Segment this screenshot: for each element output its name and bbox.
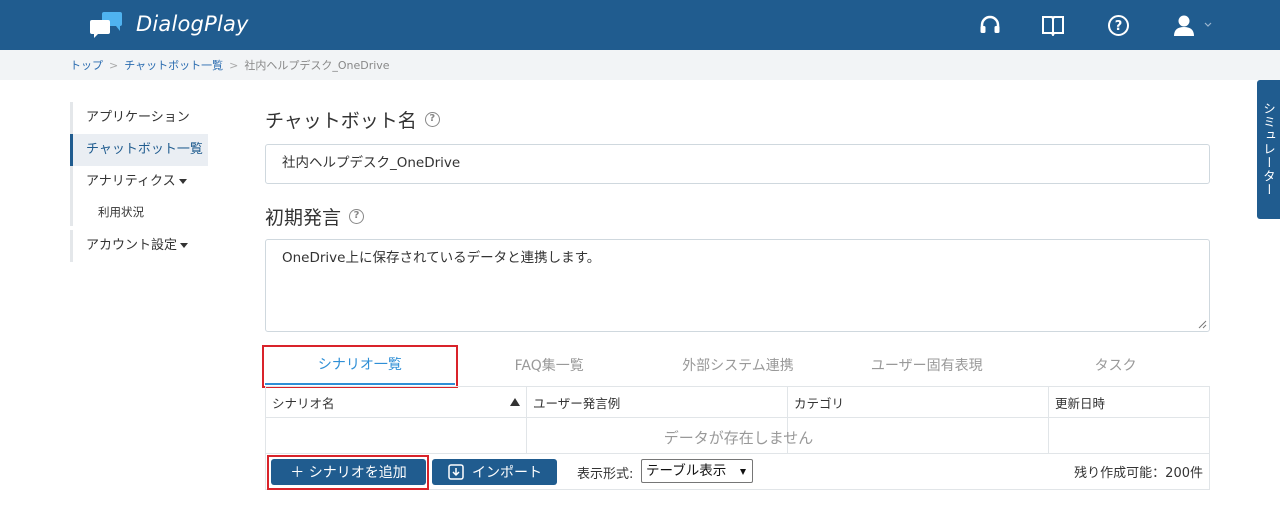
highlight-box — [267, 455, 429, 490]
sidebar-item-label: 利用状況 — [98, 205, 144, 219]
sidebar-item-label: チャットボット一覧 — [86, 142, 203, 157]
column-header-user-utterance[interactable]: ユーザー発言例 — [527, 387, 788, 417]
help-icon[interactable]: ? — [1105, 12, 1131, 38]
help-icon[interactable]: ? — [424, 112, 440, 127]
svg-text:?: ? — [1114, 19, 1122, 34]
column-header-label: シナリオ名 — [272, 395, 335, 411]
tab-tasks[interactable]: タスク — [1021, 345, 1210, 385]
scenario-table: シナリオ名 ユーザー発言例 カテゴリ 更新日時 データが存在しません — [265, 386, 1210, 454]
chatbot-name-heading: チャットボット名 ? — [265, 106, 440, 133]
breadcrumb-chatbot-list[interactable]: チャットボット一覧 — [124, 57, 223, 73]
chatbot-name-input[interactable]: 社内ヘルプデスク_OneDrive — [265, 144, 1210, 184]
remaining-count: 残り作成可能：200件 — [1074, 466, 1203, 481]
display-format-select[interactable]: テーブル表示 — [641, 459, 753, 483]
dropdown-arrow-icon — [740, 469, 746, 475]
help-icon[interactable]: ? — [349, 209, 365, 224]
sidebar-item-label: アプリケーション — [86, 110, 190, 125]
highlight-box — [262, 345, 458, 388]
import-button-label: インポート — [472, 465, 542, 481]
sidebar-item-applications[interactable]: アプリケーション — [70, 102, 210, 134]
column-header-scenario-name[interactable]: シナリオ名 — [266, 387, 527, 417]
simulator-tab[interactable]: シミュレーター — [1257, 80, 1280, 219]
sort-ascending-icon[interactable] — [510, 398, 520, 406]
display-format-label: 表示形式: — [577, 467, 634, 482]
sidebar-item-chatbot-list[interactable]: チャットボット一覧 — [70, 134, 208, 166]
breadcrumb-separator: > — [229, 58, 239, 72]
breadcrumb-separator: > — [109, 58, 119, 72]
chatbot-name-label: チャットボット名 — [265, 110, 417, 132]
sidebar-item-account-settings[interactable]: アカウント設定 — [70, 230, 210, 262]
table-header-row: シナリオ名 ユーザー発言例 カテゴリ 更新日時 — [266, 387, 1209, 418]
column-header-updated[interactable]: 更新日時 — [1049, 387, 1209, 417]
tab-external-systems[interactable]: 外部システム連携 — [644, 345, 833, 385]
breadcrumb: トップ > チャットボット一覧 > 社内ヘルプデスク_OneDrive — [0, 50, 1280, 80]
user-menu[interactable] — [1168, 12, 1216, 38]
book-icon[interactable] — [1040, 12, 1066, 38]
column-header-category[interactable]: カテゴリ — [788, 387, 1049, 417]
logo-icon — [90, 12, 122, 38]
breadcrumb-top[interactable]: トップ — [70, 57, 103, 73]
top-header: DialogPlay ? — [0, 0, 1280, 50]
tab-user-expressions[interactable]: ユーザー固有表現 — [832, 345, 1021, 385]
user-icon — [1174, 15, 1212, 36]
import-icon — [448, 464, 464, 480]
sidebar-item-label: アカウント設定 — [86, 238, 178, 253]
sidebar-item-analytics[interactable]: アナリティクス — [70, 166, 210, 198]
greeting-heading: 初期発言 ? — [265, 203, 365, 230]
empty-message: データが存在しません — [663, 428, 814, 447]
caret-down-icon — [178, 179, 187, 184]
import-button[interactable]: インポート — [432, 459, 557, 485]
sidebar-item-label: アナリティクス — [86, 174, 176, 189]
breadcrumb-current: 社内ヘルプデスク_OneDrive — [244, 59, 390, 72]
sidebar-item-usage[interactable]: 利用状況 — [70, 198, 210, 226]
greeting-text: OneDrive上に保存されているデータと連携します。 — [282, 250, 601, 266]
greeting-textarea[interactable]: OneDrive上に保存されているデータと連携します。 — [265, 239, 1210, 332]
resize-grip-icon[interactable] — [1198, 320, 1207, 329]
headset-icon[interactable] — [978, 12, 1002, 38]
sidebar: アプリケーション チャットボット一覧 アナリティクス 利用状況 アカウント設定 — [70, 102, 210, 262]
display-format-value: テーブル表示 — [646, 463, 727, 479]
greeting-label: 初期発言 — [265, 207, 342, 229]
tab-faq-list[interactable]: FAQ集一覧 — [455, 345, 644, 385]
brand-name[interactable]: DialogPlay — [136, 12, 249, 36]
caret-down-icon — [180, 243, 189, 248]
